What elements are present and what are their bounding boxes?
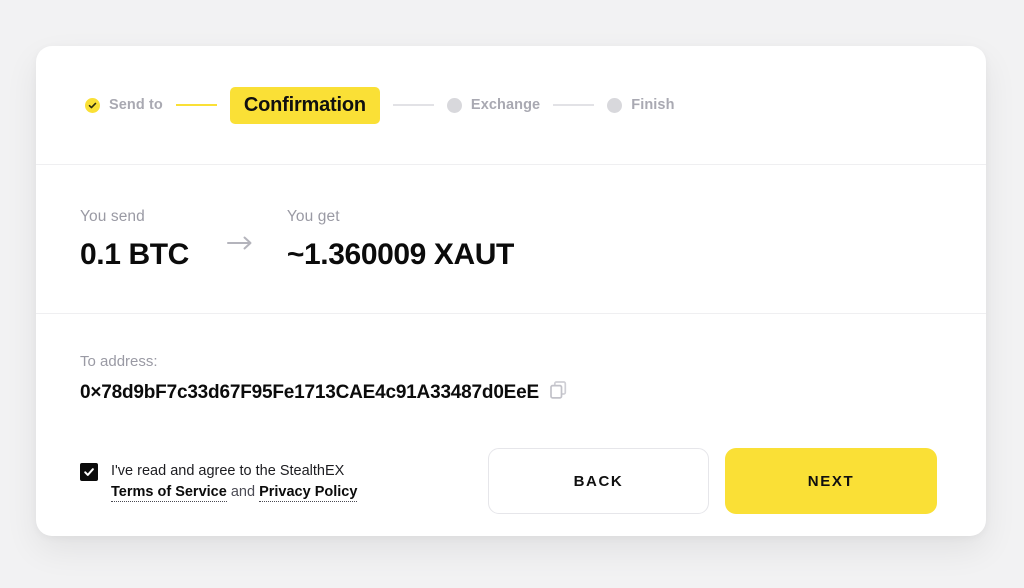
to-address-row: 0×78d9bF7c33d67F95Fe1713CAE4c91A33487d0E… xyxy=(80,381,986,404)
to-address-value: 0×78d9bF7c33d67F95Fe1713CAE4c91A33487d0E… xyxy=(80,381,539,403)
terms-checkbox[interactable] xyxy=(80,463,98,482)
card-footer: I've read and agree to the StealthEX Ter… xyxy=(36,426,986,536)
progress-stepper: Send to Confirmation Exchange Finish xyxy=(36,46,986,164)
dot-icon-finish xyxy=(607,97,623,113)
dot-icon-exchange xyxy=(446,97,462,113)
you-send-label: You send xyxy=(80,207,145,225)
agreement-text: I've read and agree to the StealthEX Ter… xyxy=(111,461,358,502)
you-get-value: ~1.360009 XAUT xyxy=(286,237,514,271)
stepper-connector-3 xyxy=(553,104,595,106)
you-get-block: You get ~1.360009 XAUT xyxy=(287,208,514,270)
stepper-connector-1 xyxy=(175,104,217,106)
to-address-label: To address: xyxy=(80,353,158,370)
you-send-value: 0.1 BTC xyxy=(80,237,189,271)
back-button[interactable]: BACK xyxy=(488,448,709,514)
arrow-right-icon xyxy=(226,236,253,250)
step-send-to[interactable]: Send to xyxy=(85,97,163,113)
you-get-label: You get xyxy=(286,207,340,225)
page-root: Send to Confirmation Exchange Finish You… xyxy=(0,0,1024,588)
to-address-section: To address: 0×78d9bF7c33d67F95Fe1713CAE4… xyxy=(36,314,986,434)
amounts-summary: You send 0.1 BTC You get ~1.360009 XAUT xyxy=(36,164,986,313)
privacy-policy-link[interactable]: Privacy Policy xyxy=(259,484,358,502)
terms-of-service-link[interactable]: Terms of Service xyxy=(111,484,227,502)
action-buttons: BACK NEXT xyxy=(488,448,937,514)
step-label-confirmation: Confirmation xyxy=(229,86,380,124)
next-button[interactable]: NEXT xyxy=(725,448,937,514)
step-finish[interactable]: Finish xyxy=(607,97,674,113)
step-label-exchange: Exchange xyxy=(470,97,541,113)
copy-icon[interactable] xyxy=(550,381,567,404)
step-label-send-to: Send to xyxy=(109,97,163,113)
you-send-block: You send 0.1 BTC xyxy=(80,208,189,270)
step-label-finish: Finish xyxy=(631,97,675,113)
exchange-confirmation-card: Send to Confirmation Exchange Finish You… xyxy=(36,46,986,536)
step-exchange[interactable]: Exchange xyxy=(446,97,541,113)
agreement-conjunction: and xyxy=(230,484,256,500)
agreement-line-1: I've read and agree to the StealthEX xyxy=(111,463,345,480)
check-circle-icon xyxy=(85,97,100,113)
agreement-block: I've read and agree to the StealthEX Ter… xyxy=(80,461,358,502)
step-confirmation[interactable]: Confirmation xyxy=(229,86,380,124)
stepper-connector-2 xyxy=(392,104,434,106)
